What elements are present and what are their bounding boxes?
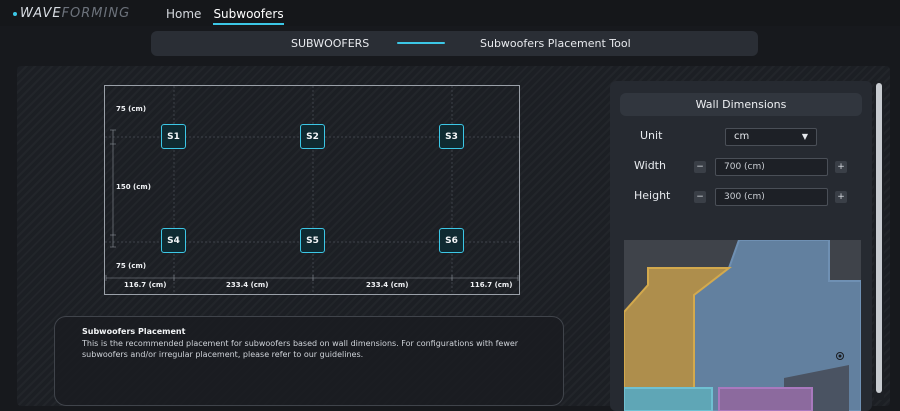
logo-text-wave: WAVE [20, 6, 62, 21]
subwoofer-s1[interactable]: S1 [161, 124, 186, 149]
dim-label-middle: 150 (cm) [116, 183, 151, 191]
placement-grid [104, 85, 520, 295]
logo-text-forming: FORMING [61, 6, 131, 21]
placement-info-title: Subwoofers Placement [82, 327, 186, 336]
dim-label-bottom: 75 (cm) [116, 262, 147, 270]
height-label: Height [634, 189, 671, 202]
nav-home[interactable]: Home [166, 7, 201, 25]
subwoofer-s4[interactable]: S4 [161, 228, 186, 253]
page-header-tool: Subwoofers Placement Tool [480, 37, 631, 50]
wall-preview [624, 240, 861, 411]
subwoofer-s6[interactable]: S6 [439, 228, 464, 253]
subwoofer-s3[interactable]: S3 [439, 124, 464, 149]
width-label: Width [634, 159, 666, 172]
nav-subwoofers[interactable]: Subwoofers [213, 7, 284, 25]
width-increment-button[interactable]: + [835, 161, 847, 173]
height-decrement-button[interactable]: − [694, 191, 706, 203]
page-header-divider [397, 42, 445, 44]
wall-dimensions-title: Wall Dimensions [620, 93, 862, 116]
dim-label-top: 75 (cm) [116, 105, 147, 113]
placement-info-box: Subwoofers Placement This is the recomme… [54, 316, 564, 406]
width-input[interactable]: 700 (cm) [715, 158, 828, 176]
height-input[interactable]: 300 (cm) [715, 188, 828, 206]
logo-dot-icon [13, 12, 17, 16]
unit-select[interactable]: cm ▼ [725, 128, 817, 146]
width-decrement-button[interactable]: − [694, 161, 706, 173]
subwoofer-s2[interactable]: S2 [300, 124, 325, 149]
nav-links: Home Subwoofers [166, 7, 284, 25]
dim-label-seg2: 233.4 (cm) [226, 281, 269, 289]
sidebar-scrollbar-thumb[interactable] [876, 83, 882, 393]
unit-label: Unit [640, 129, 663, 142]
top-nav: WAVEFORMING Home Subwoofers [0, 0, 900, 26]
logo[interactable]: WAVEFORMING [13, 6, 130, 21]
placement-diagram: 75 (cm) 150 (cm) 75 (cm) 116.7 (cm) 233.… [104, 85, 520, 295]
wall-preview-graphic [624, 240, 861, 411]
dim-label-seg4: 116.7 (cm) [470, 281, 513, 289]
page-header-section: SUBWOOFERS [291, 37, 370, 50]
dim-label-seg3: 233.4 (cm) [366, 281, 409, 289]
chevron-down-icon: ▼ [801, 132, 808, 141]
dim-label-seg1: 116.7 (cm) [124, 281, 167, 289]
height-increment-button[interactable]: + [835, 191, 847, 203]
sidebar-scrollbar[interactable] [874, 81, 884, 400]
subwoofer-s5[interactable]: S5 [300, 228, 325, 253]
page-header: SUBWOOFERS Subwoofers Placement Tool [151, 31, 758, 56]
placement-info-text: This is the recommended placement for su… [82, 339, 519, 359]
wall-dimensions-panel: Wall Dimensions Unit cm ▼ Width − 700 (c… [610, 81, 872, 411]
unit-select-value: cm [734, 131, 750, 142]
